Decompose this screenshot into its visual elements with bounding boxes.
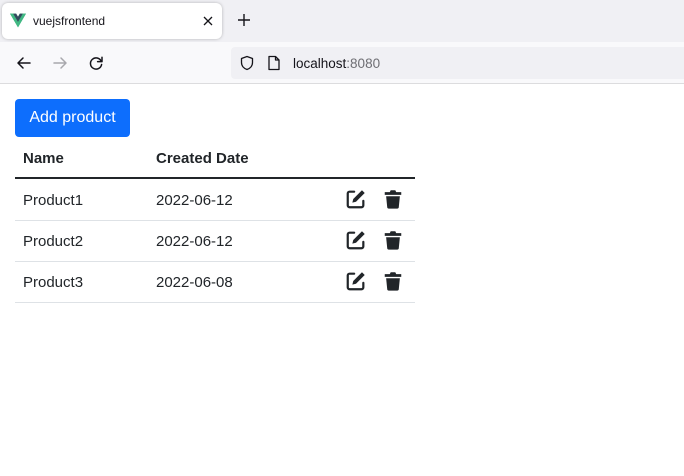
url-text[interactable]: localhost:8080 [293, 56, 380, 71]
browser-tabstrip: vuejsfrontend [0, 0, 684, 42]
shield-icon[interactable] [239, 55, 255, 71]
product-name: Product1 [23, 192, 84, 209]
url-port: :8080 [346, 56, 381, 71]
trash-icon[interactable] [382, 188, 404, 210]
vue-logo-icon [10, 13, 26, 28]
column-header-created-date: Created Date [156, 150, 249, 167]
browser-tab[interactable]: vuejsfrontend [2, 3, 222, 39]
edit-icon[interactable] [345, 229, 367, 251]
back-arrow-icon[interactable] [15, 54, 33, 72]
table-row: Product2 2022-06-12 [15, 220, 415, 262]
created-date: 2022-06-12 [156, 233, 233, 250]
add-product-button[interactable]: Add product [15, 99, 130, 137]
created-date: 2022-06-12 [156, 192, 233, 209]
product-name: Product2 [23, 233, 84, 250]
trash-icon[interactable] [382, 270, 404, 292]
tab-title: vuejsfrontend [33, 14, 106, 28]
column-header-name: Name [23, 150, 64, 167]
edit-icon[interactable] [345, 188, 367, 210]
forward-arrow-icon[interactable] [51, 54, 69, 72]
trash-icon[interactable] [382, 229, 404, 251]
new-tab-icon[interactable] [236, 12, 252, 28]
page-icon[interactable] [267, 55, 281, 71]
table-row: Product1 2022-06-12 [15, 179, 415, 221]
product-name: Product3 [23, 274, 84, 291]
edit-icon[interactable] [345, 270, 367, 292]
url-bar[interactable]: localhost:8080 [231, 47, 684, 79]
table-row: Product3 2022-06-08 [15, 261, 415, 303]
created-date: 2022-06-08 [156, 274, 233, 291]
url-host: localhost [293, 56, 347, 71]
close-icon[interactable] [200, 13, 216, 29]
reload-icon[interactable] [87, 54, 105, 72]
